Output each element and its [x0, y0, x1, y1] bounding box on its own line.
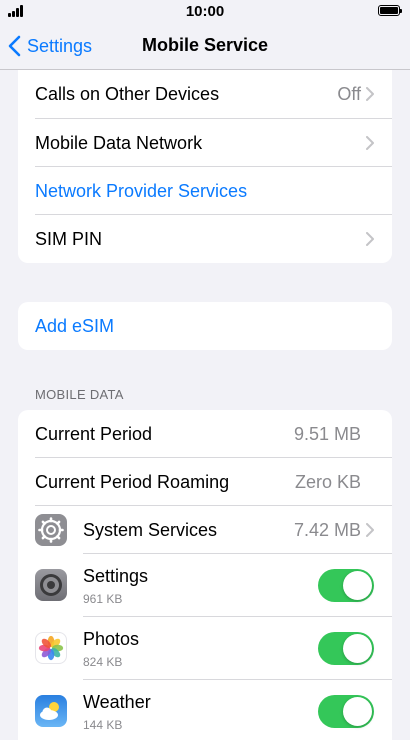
app-row-weather: Weather 144 KB [18, 680, 392, 740]
esim-group: Add eSIM [18, 302, 392, 350]
add-esim-button[interactable]: Add eSIM [35, 316, 114, 337]
settings-app-icon [35, 569, 67, 601]
chevron-right-icon [366, 87, 374, 101]
current-period-row: Current Period 9.51 MB [18, 410, 392, 458]
calls-on-other-devices-row[interactable]: Calls on Other Devices Off [18, 70, 392, 119]
status-bar: 10:00 [0, 0, 410, 24]
network-provider-services-row[interactable]: Network Provider Services [18, 167, 392, 215]
mobile-data-group: Current Period 9.51 MB Current Period Ro… [18, 410, 392, 740]
status-time: 10:00 [185, 3, 225, 20]
chevron-right-icon [366, 232, 374, 246]
mobile-data-network-row[interactable]: Mobile Data Network [18, 119, 392, 167]
row-value: 9.51 MB [293, 423, 361, 444]
current-period-roaming-row: Current Period Roaming Zero KB [18, 458, 392, 506]
settings-group-network: Calls on Other Devices Off Mobile Data N… [18, 70, 392, 263]
toggle-knob [343, 697, 372, 726]
row-value: 7.42 MB [293, 519, 361, 540]
row-value: Off [337, 84, 361, 104]
sim-pin-row[interactable]: SIM PIN [18, 215, 392, 263]
section-header-mobile-data: MOBILE DATA [35, 387, 124, 402]
navigation-bar: Settings Mobile Service [0, 24, 410, 70]
app-name: Photos [83, 629, 140, 649]
row-label: Current Period [35, 423, 153, 444]
page-title: Mobile Service [141, 35, 269, 55]
row-label: Calls on Other Devices [35, 84, 220, 104]
weather-app-icon [35, 695, 67, 727]
app-row-photos: Photos 824 KB [18, 617, 392, 680]
row-label: System Services [83, 519, 218, 540]
row-label: Current Period Roaming [35, 471, 230, 492]
app-usage: 961 KB [83, 592, 123, 606]
toggle-knob [343, 571, 372, 600]
app-usage: 824 KB [83, 655, 123, 669]
gear-icon [35, 514, 67, 546]
chevron-right-icon [366, 523, 374, 537]
app-name: Settings [83, 566, 149, 586]
app-usage: 144 KB [83, 718, 123, 732]
app-row-settings: Settings 961 KB [18, 554, 392, 617]
row-value: Zero KB [294, 471, 361, 492]
row-label: SIM PIN [35, 228, 103, 249]
photos-app-icon [35, 632, 67, 664]
row-label: Mobile Data Network [35, 132, 203, 153]
chevron-right-icon [366, 136, 374, 150]
photos-data-toggle[interactable] [318, 632, 374, 665]
system-services-row[interactable]: System Services 7.42 MB [18, 506, 392, 554]
app-name: Weather [83, 692, 151, 712]
weather-data-toggle[interactable] [318, 695, 374, 728]
toggle-knob [343, 634, 372, 663]
network-provider-services-link[interactable]: Network Provider Services [35, 181, 247, 202]
settings-data-toggle[interactable] [318, 569, 374, 602]
add-esim-row[interactable]: Add eSIM [18, 302, 392, 350]
battery-icon [378, 5, 402, 16]
